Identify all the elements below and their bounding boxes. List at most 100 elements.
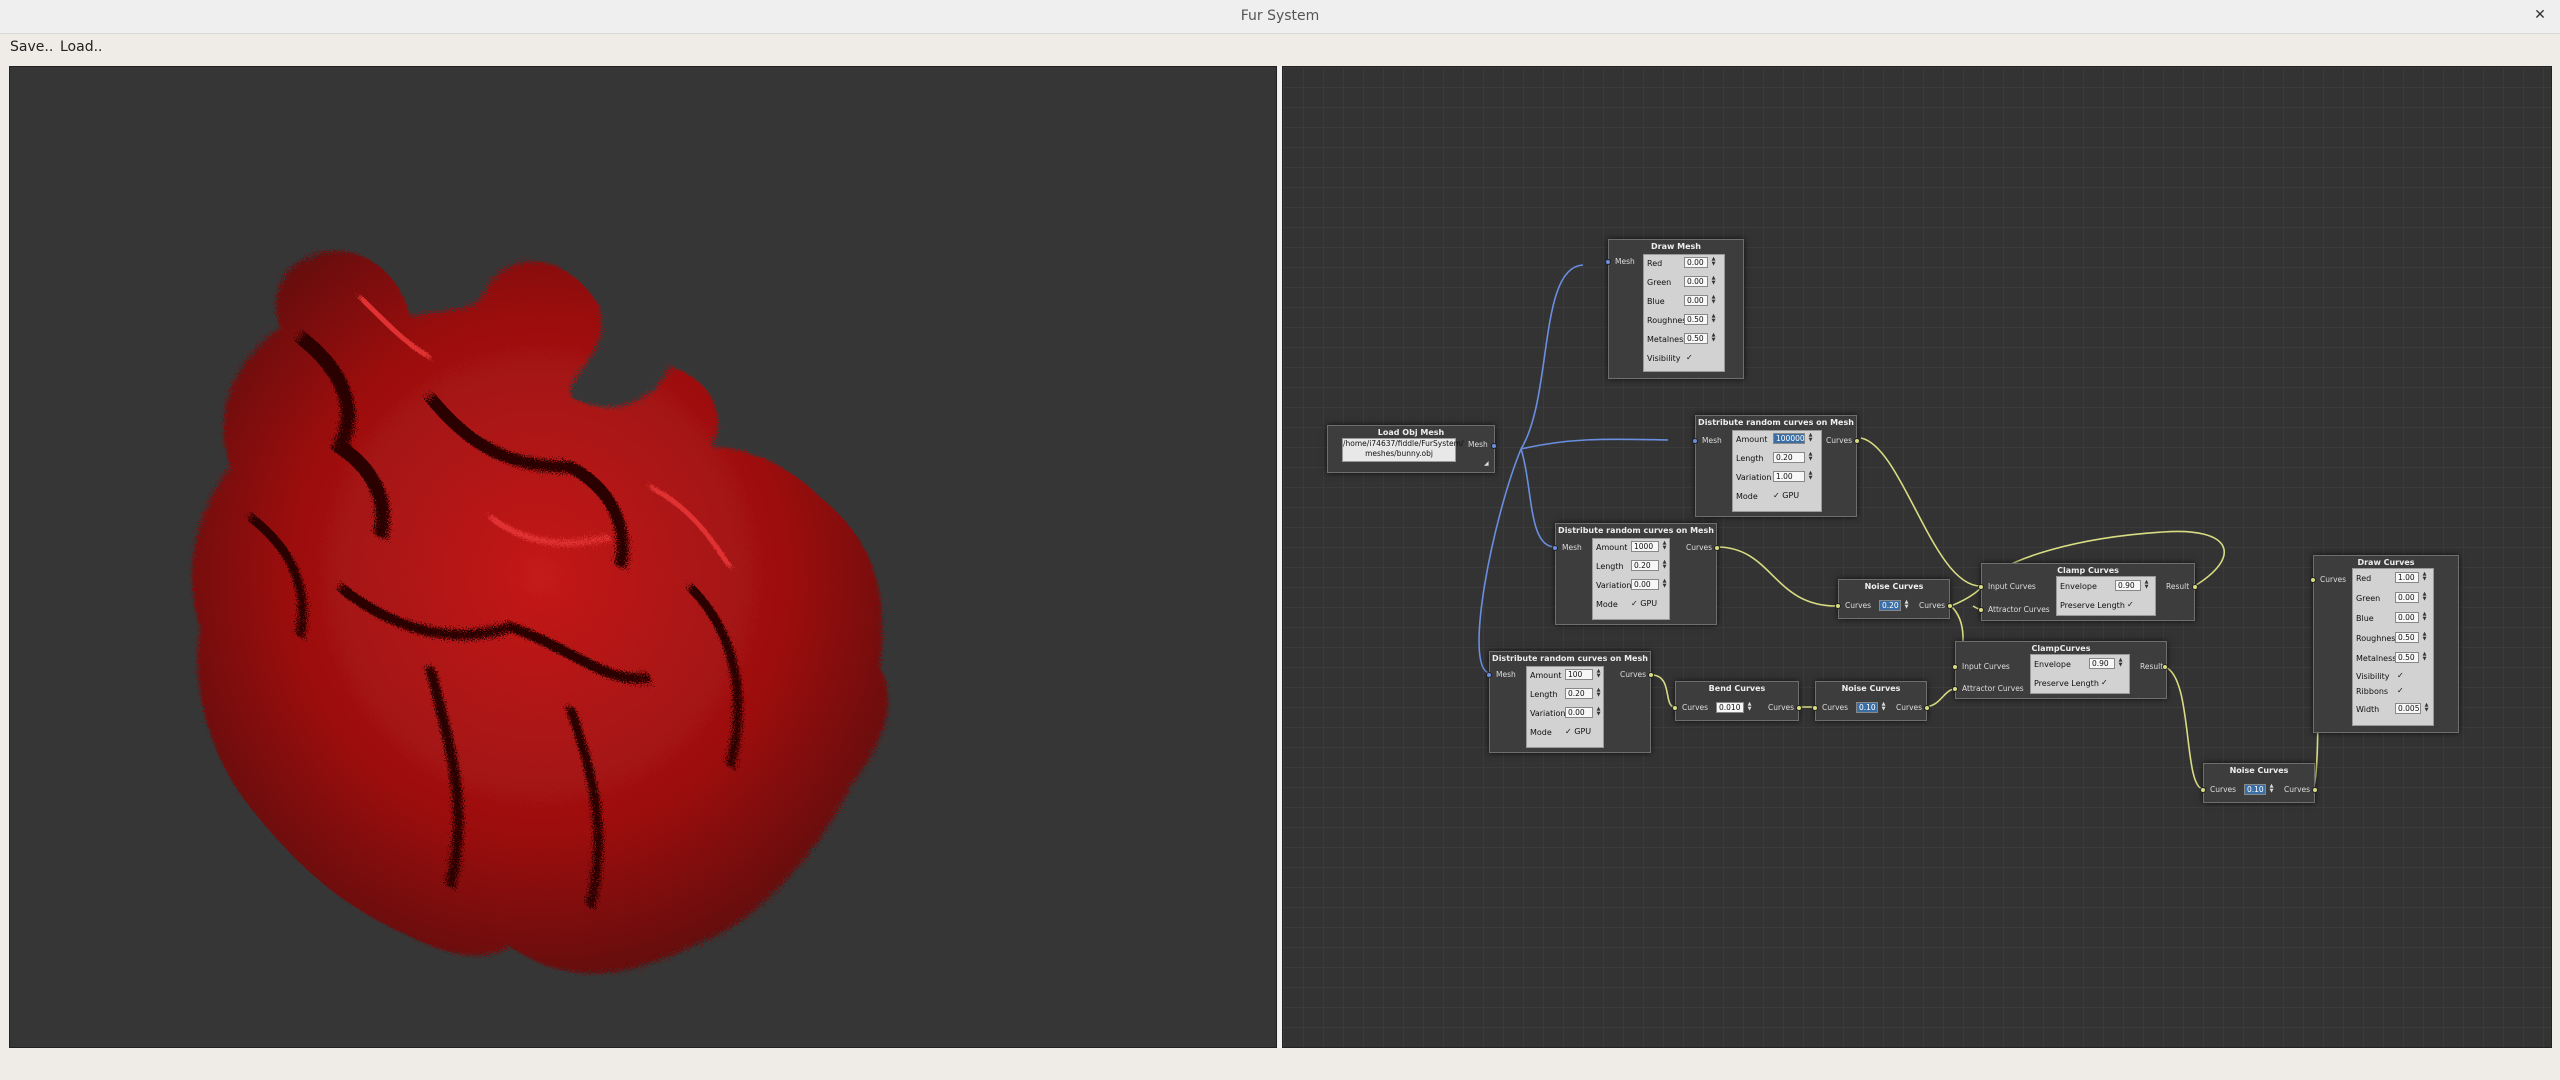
noise-amount-field[interactable]: 0.20 bbox=[1879, 600, 1901, 611]
curves-input-port[interactable] bbox=[1812, 705, 1818, 711]
gpu-mode-checkbox[interactable]: ✓ GPU bbox=[1565, 727, 1591, 736]
amount-field[interactable]: 100 bbox=[1565, 669, 1593, 680]
roughness-field[interactable]: 0.50 bbox=[1684, 314, 1708, 325]
preserve-length-checkbox[interactable]: ✓ bbox=[2127, 600, 2134, 609]
red-field[interactable]: 1.00 bbox=[2395, 572, 2419, 583]
spin-arrows[interactable]: ▲ ▼ bbox=[1595, 688, 1602, 699]
spin-arrows[interactable]: ▲ ▼ bbox=[2143, 580, 2150, 591]
spin-arrows[interactable]: ▲ ▼ bbox=[2423, 703, 2430, 714]
node-distribute-curves-2[interactable]: Distribute random curves on Mesh Mesh Cu… bbox=[1552, 523, 1720, 625]
spin-arrows[interactable]: ▲ ▼ bbox=[1710, 314, 1717, 325]
node-draw-curves[interactable]: Draw Curves Curves Red 1.00 ▲ ▼ Green 0.0… bbox=[2310, 555, 2459, 733]
spin-arrows[interactable]: ▲ ▼ bbox=[1807, 433, 1814, 444]
curves-output-port[interactable] bbox=[2312, 787, 2318, 793]
blue-field[interactable]: 0.00 bbox=[2395, 612, 2419, 623]
noise-amount-field[interactable]: 0.10 bbox=[2244, 784, 2266, 795]
variation-field[interactable]: 0.00 bbox=[1631, 579, 1659, 590]
roughness-field[interactable]: 0.50 bbox=[2395, 632, 2419, 643]
spin-arrows[interactable]: ▲ ▼ bbox=[1746, 702, 1753, 713]
curves-input-port[interactable] bbox=[2310, 577, 2316, 583]
spin-arrows[interactable]: ▲ ▼ bbox=[1903, 600, 1910, 611]
spin-arrows[interactable]: ▲ ▼ bbox=[1710, 333, 1717, 344]
envelope-field[interactable]: 0.90 bbox=[2115, 580, 2141, 591]
node-distribute-curves-3[interactable]: Distribute random curves on Mesh Mesh Cu… bbox=[1486, 651, 1654, 753]
attractor-curves-port[interactable] bbox=[1978, 607, 1984, 613]
mesh-input-port[interactable] bbox=[1486, 672, 1492, 678]
node-noise-curves-3[interactable]: Noise Curves Curves 0.10 ▲ ▼ Curves bbox=[2200, 763, 2318, 803]
amount-field[interactable]: 100000 bbox=[1773, 433, 1805, 444]
spin-arrows[interactable]: ▲ ▼ bbox=[2268, 784, 2275, 795]
metalness-field[interactable]: 0.50 bbox=[2395, 652, 2419, 663]
curves-input-port[interactable] bbox=[2200, 787, 2206, 793]
amount-field[interactable]: 1000 bbox=[1631, 541, 1659, 552]
node-draw-mesh[interactable]: Draw Mesh Mesh Red 0.00 ▲ ▼ Green 0.00 ▲ ▼… bbox=[1605, 239, 1744, 379]
noise-amount-field[interactable]: 0.10 bbox=[1856, 702, 1878, 713]
mesh-input-port[interactable] bbox=[1605, 259, 1611, 265]
red-field[interactable]: 0.00 bbox=[1684, 257, 1708, 268]
envelope-field[interactable]: 0.90 bbox=[2089, 658, 2115, 669]
gpu-mode-checkbox[interactable]: ✓ GPU bbox=[1773, 491, 1799, 500]
spin-arrows[interactable]: ▲ ▼ bbox=[1710, 257, 1717, 268]
save-menu-item[interactable]: Save.. bbox=[10, 39, 53, 55]
metalness-field[interactable]: 0.50 bbox=[1684, 333, 1708, 344]
curves-output-port[interactable] bbox=[1924, 705, 1930, 711]
variation-field[interactable]: 1.00 bbox=[1773, 471, 1805, 482]
spin-arrows[interactable]: ▲ ▼ bbox=[1661, 541, 1668, 552]
close-button[interactable]: ✕ bbox=[2530, 7, 2550, 23]
spin-arrows[interactable]: ▲ ▼ bbox=[2421, 612, 2428, 623]
input-curves-port[interactable] bbox=[1978, 584, 1984, 590]
node-load-obj-mesh[interactable]: Load Obj Mesh /home/i74637/fiddle/FurSys… bbox=[1327, 425, 1497, 473]
spin-arrows[interactable]: ▲ ▼ bbox=[1710, 276, 1717, 287]
mesh-input-port[interactable] bbox=[1692, 438, 1698, 444]
mesh-input-port[interactable] bbox=[1552, 545, 1558, 551]
mesh-output-port[interactable] bbox=[1491, 443, 1497, 449]
obj-path-field[interactable]: /home/i74637/fiddle/FurSystem/ meshes/bu… bbox=[1342, 438, 1464, 462]
node-clamp-curves-2[interactable]: ClampCurves Input Curves Attractor Curve… bbox=[1952, 641, 2168, 699]
spin-arrows[interactable]: ▲ ▼ bbox=[1595, 669, 1602, 680]
width-field[interactable]: 0.005 bbox=[2395, 703, 2421, 714]
green-field[interactable]: 0.00 bbox=[2395, 592, 2419, 603]
node-clamp-curves-1[interactable]: Clamp Curves Input Curves Attractor Curv… bbox=[1978, 563, 2198, 621]
result-output-port[interactable] bbox=[2162, 664, 2168, 670]
curves-output-port[interactable] bbox=[1648, 672, 1654, 678]
variation-field[interactable]: 0.00 bbox=[1565, 707, 1593, 718]
curves-input-port[interactable] bbox=[1672, 705, 1678, 711]
ribbons-checkbox[interactable]: ✓ bbox=[2397, 686, 2404, 695]
visibility-checkbox[interactable]: ✓ bbox=[2397, 671, 2404, 680]
spin-arrows[interactable]: ▲ ▼ bbox=[2421, 572, 2428, 583]
preserve-length-checkbox[interactable]: ✓ bbox=[2101, 678, 2108, 687]
spin-arrows[interactable]: ▲ ▼ bbox=[1807, 471, 1814, 482]
spin-arrows[interactable]: ▲ ▼ bbox=[1661, 579, 1668, 590]
node-bend-curves[interactable]: Bend Curves Curves 0.010 ▲ ▼ Curves bbox=[1672, 681, 1802, 721]
spin-arrows[interactable]: ▲ ▼ bbox=[2421, 652, 2428, 663]
length-field[interactable]: 0.20 bbox=[1565, 688, 1593, 699]
node-noise-curves-2[interactable]: Noise Curves Curves 0.10 ▲ ▼ Curves bbox=[1812, 681, 1930, 721]
spin-arrows[interactable]: ▲ ▼ bbox=[2421, 592, 2428, 603]
spin-arrows[interactable]: ▲ ▼ bbox=[1807, 452, 1814, 463]
spin-arrows[interactable]: ▲ ▼ bbox=[1595, 707, 1602, 718]
resize-grip-icon[interactable]: ◢ bbox=[1484, 460, 1489, 467]
result-output-port[interactable] bbox=[2192, 584, 2198, 590]
load-menu-item[interactable]: Load.. bbox=[60, 39, 103, 55]
spin-arrows[interactable]: ▲ ▼ bbox=[2421, 632, 2428, 643]
spin-arrows[interactable]: ▲ ▼ bbox=[1880, 702, 1887, 713]
curves-output-port[interactable] bbox=[1854, 438, 1860, 444]
gpu-mode-checkbox[interactable]: ✓ GPU bbox=[1631, 599, 1657, 608]
length-field[interactable]: 0.20 bbox=[1631, 560, 1659, 571]
node-graph-editor[interactable]: Draw Mesh Mesh Red 0.00 ▲ ▼ Green 0.00 ▲ ▼… bbox=[1282, 66, 2552, 1048]
input-curves-port[interactable] bbox=[1952, 664, 1958, 670]
node-noise-curves-1[interactable]: Noise Curves Curves 0.20 ▲ ▼ Curves bbox=[1835, 579, 1953, 619]
node-distribute-curves-1[interactable]: Distribute random curves on Mesh Mesh Cu… bbox=[1692, 415, 1860, 517]
curves-output-port[interactable] bbox=[1714, 545, 1720, 551]
bend-amount-field[interactable]: 0.010 bbox=[1716, 702, 1744, 713]
spin-arrows[interactable]: ▲ ▼ bbox=[2117, 658, 2124, 669]
attractor-curves-port[interactable] bbox=[1952, 686, 1958, 692]
visibility-checkbox[interactable]: ✓ bbox=[1686, 353, 1693, 362]
green-field[interactable]: 0.00 bbox=[1684, 276, 1708, 287]
spin-arrows[interactable]: ▲ ▼ bbox=[1710, 295, 1717, 306]
3d-viewport[interactable] bbox=[9, 66, 1277, 1048]
blue-field[interactable]: 0.00 bbox=[1684, 295, 1708, 306]
spin-arrows[interactable]: ▲ ▼ bbox=[1661, 560, 1668, 571]
length-field[interactable]: 0.20 bbox=[1773, 452, 1805, 463]
curves-input-port[interactable] bbox=[1835, 603, 1841, 609]
